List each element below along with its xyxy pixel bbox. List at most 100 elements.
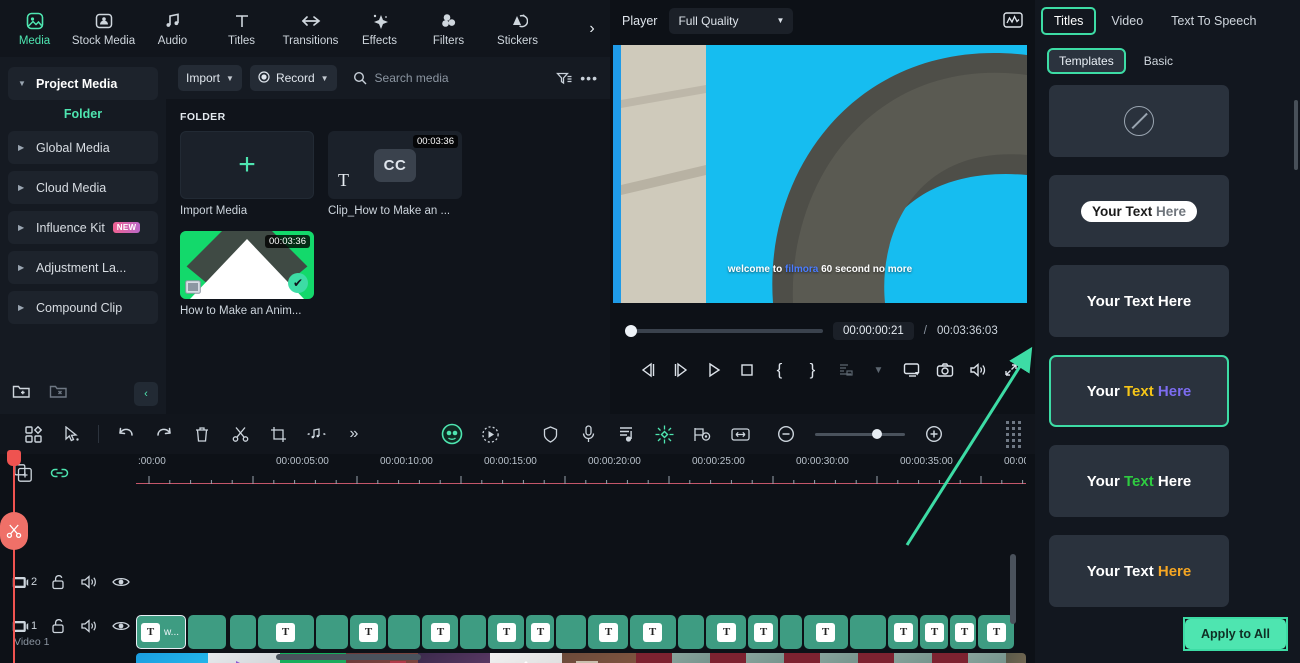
audio-detach-button[interactable] bbox=[297, 419, 335, 449]
templates-scrollbar[interactable] bbox=[1294, 100, 1298, 170]
sidebar-item-project-media[interactable]: ▼ Project Media bbox=[8, 67, 158, 100]
text-clip[interactable]: T bbox=[350, 615, 386, 649]
split-button[interactable] bbox=[221, 419, 259, 449]
playhead-split-button[interactable] bbox=[0, 512, 28, 550]
tab-video[interactable]: Video bbox=[1100, 9, 1154, 33]
filter-icon[interactable] bbox=[556, 71, 572, 86]
title-template-item[interactable]: Your Text Here bbox=[1049, 445, 1229, 517]
nav-filters[interactable]: Filters bbox=[414, 0, 483, 57]
mask-button[interactable] bbox=[531, 419, 569, 449]
record-button[interactable]: Record ▼ bbox=[249, 65, 337, 91]
nav-stock-media[interactable]: Stock Media bbox=[69, 0, 138, 57]
nav-titles[interactable]: Titles bbox=[207, 0, 276, 57]
text-clip[interactable] bbox=[678, 615, 704, 649]
delete-folder-icon[interactable] bbox=[49, 383, 68, 405]
nav-more-chevron-icon[interactable]: › bbox=[582, 14, 602, 44]
title-template-item[interactable]: Your Text Here bbox=[1049, 265, 1229, 337]
tab-titles[interactable]: Titles bbox=[1040, 6, 1097, 35]
title-template-item[interactable]: Your Text Here bbox=[1049, 175, 1229, 247]
zoom-slider[interactable] bbox=[815, 429, 905, 439]
text-clip[interactable] bbox=[460, 615, 486, 649]
sidebar-item-adjustment-layer[interactable]: ▶ Adjustment La... bbox=[8, 251, 158, 284]
text-clip[interactable]: T bbox=[978, 615, 1014, 649]
fullscreen-button[interactable] bbox=[994, 355, 1027, 385]
title-template-none[interactable] bbox=[1049, 85, 1229, 157]
text-clip[interactable]: T bbox=[526, 615, 554, 649]
ai-copilot-button[interactable] bbox=[433, 419, 471, 449]
sidebar-collapse-button[interactable]: ‹ bbox=[134, 382, 158, 406]
mark-out-button[interactable]: } bbox=[796, 355, 829, 385]
delete-button[interactable] bbox=[183, 419, 221, 449]
waveform-icon[interactable] bbox=[1003, 11, 1023, 31]
undo-button[interactable] bbox=[107, 419, 145, 449]
text-clip[interactable]: T bbox=[488, 615, 524, 649]
video-preview[interactable]: welcome to filmora 60 second no more bbox=[613, 45, 1027, 303]
text-clip[interactable]: T bbox=[920, 615, 948, 649]
import-button[interactable]: Import ▼ bbox=[178, 65, 242, 91]
zoom-slider-knob[interactable] bbox=[872, 429, 882, 439]
sidebar-item-influence-kit[interactable]: ▶ Influence Kit NEW bbox=[8, 211, 158, 244]
apply-to-all-button[interactable]: Apply to All bbox=[1185, 619, 1286, 649]
sidebar-item-global-media[interactable]: ▶ Global Media bbox=[8, 131, 158, 164]
link-icon[interactable] bbox=[50, 465, 69, 481]
screen-cast-button[interactable] bbox=[895, 355, 928, 385]
text-clip[interactable]: T bbox=[706, 615, 746, 649]
media-thumb[interactable]: 00:03:36 ✔ bbox=[180, 231, 314, 299]
title-template-item-selected[interactable]: Your Text Here bbox=[1049, 355, 1229, 427]
media-thumb[interactable]: 00:03:36 CC T bbox=[328, 131, 462, 199]
eye-icon[interactable] bbox=[112, 575, 130, 589]
auto-subtitle-button[interactable] bbox=[607, 419, 645, 449]
sidebar-item-cloud-media[interactable]: ▶ Cloud Media bbox=[8, 171, 158, 204]
track-1-video-clip[interactable]: How to Make an Animation bbox=[136, 653, 1026, 663]
text-clip[interactable] bbox=[556, 615, 586, 649]
text-clip[interactable]: T bbox=[258, 615, 314, 649]
markers-dropdown[interactable]: ▼ bbox=[862, 355, 895, 385]
prev-frame-button[interactable] bbox=[631, 355, 664, 385]
text-clip[interactable] bbox=[850, 615, 886, 649]
timeline-horizontal-scrollbar[interactable] bbox=[276, 654, 421, 660]
text-clip[interactable] bbox=[316, 615, 348, 649]
play-button[interactable] bbox=[697, 355, 730, 385]
nav-stickers[interactable]: Stickers bbox=[483, 0, 552, 57]
unlock-icon[interactable] bbox=[51, 618, 66, 634]
new-folder-icon[interactable] bbox=[12, 383, 31, 405]
text-clip[interactable]: T bbox=[804, 615, 848, 649]
tab-text-to-speech[interactable]: Text To Speech bbox=[1160, 9, 1267, 33]
search-input[interactable] bbox=[374, 71, 525, 85]
speaker-icon[interactable] bbox=[80, 618, 98, 634]
sidebar-item-compound-clip[interactable]: ▶ Compound Clip bbox=[8, 291, 158, 324]
speaker-icon[interactable] bbox=[80, 574, 98, 590]
scrubber-knob[interactable] bbox=[625, 325, 637, 337]
text-clip[interactable]: T bbox=[588, 615, 628, 649]
media-item-video-clip[interactable]: 00:03:36 ✔ How to Make an Anim... bbox=[180, 231, 314, 317]
text-clip-selected[interactable]: T w... bbox=[136, 615, 186, 649]
keyframe-button[interactable] bbox=[645, 419, 683, 449]
playhead-handle[interactable] bbox=[7, 450, 21, 466]
eye-icon[interactable] bbox=[112, 619, 130, 633]
zoom-in-button[interactable] bbox=[915, 419, 953, 449]
more-tools-button[interactable]: » bbox=[335, 419, 373, 449]
nav-audio[interactable]: Audio bbox=[138, 0, 207, 57]
import-media-cell[interactable]: + Import Media bbox=[180, 131, 314, 217]
timeline-vertical-scrollbar[interactable] bbox=[1010, 554, 1016, 624]
crop-button[interactable] bbox=[259, 419, 297, 449]
media-item-caption-clip[interactable]: 00:03:36 CC T Clip_How to Make an ... bbox=[328, 131, 462, 217]
text-clip[interactable]: T bbox=[630, 615, 676, 649]
zoom-out-button[interactable] bbox=[767, 419, 805, 449]
volume-button[interactable] bbox=[961, 355, 994, 385]
timeline-ruler[interactable]: :00:00 00:00:05:00 00:00:10:00 00:00:15:… bbox=[136, 454, 1026, 492]
fit-timeline-button[interactable] bbox=[721, 419, 759, 449]
snapshot-button[interactable] bbox=[928, 355, 961, 385]
import-media-thumb[interactable]: + bbox=[180, 131, 314, 199]
select-tool-button[interactable] bbox=[52, 419, 90, 449]
timeline-resize-grip[interactable] bbox=[1006, 420, 1021, 448]
layout-grid-button[interactable] bbox=[14, 419, 52, 449]
text-clip[interactable] bbox=[780, 615, 802, 649]
timeline-clips-area[interactable]: T w... T T T T T T T T T T T T T T bbox=[136, 492, 1026, 663]
text-clip[interactable] bbox=[388, 615, 420, 649]
text-clip[interactable]: T bbox=[950, 615, 976, 649]
mark-in-button[interactable]: { bbox=[763, 355, 796, 385]
unlock-icon[interactable] bbox=[51, 574, 66, 590]
nav-effects[interactable]: Effects bbox=[345, 0, 414, 57]
stop-button[interactable] bbox=[730, 355, 763, 385]
